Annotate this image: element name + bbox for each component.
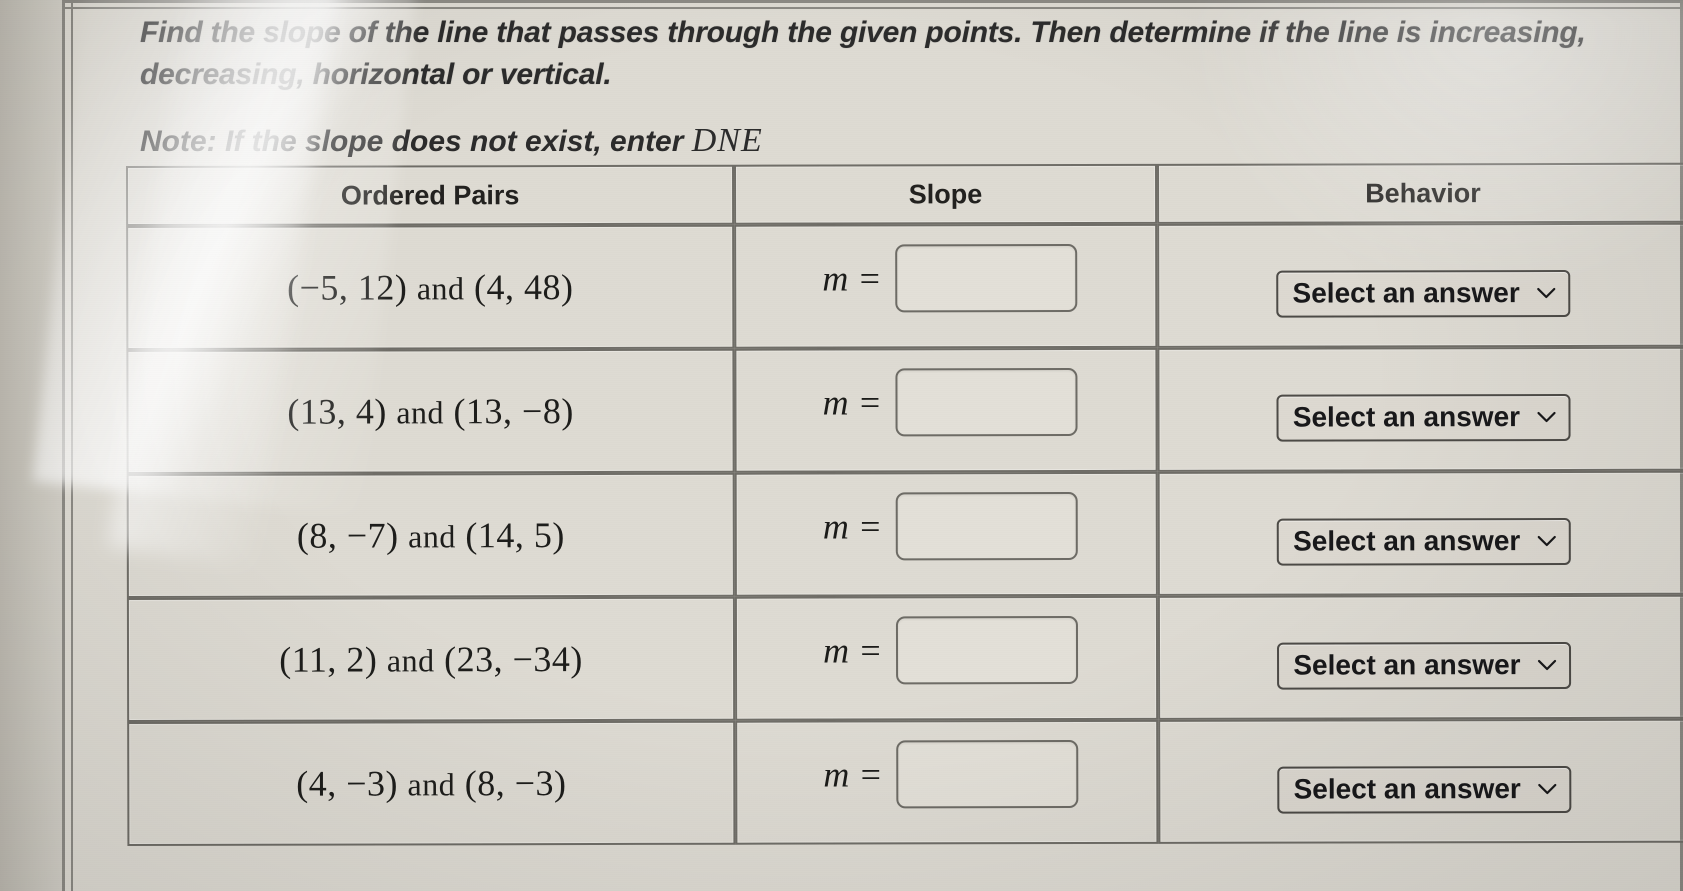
header-ordered-pairs: Ordered Pairs — [126, 164, 735, 226]
chevron-down-icon — [1536, 411, 1556, 423]
conjunction: and — [408, 518, 456, 555]
slope-input[interactable] — [896, 492, 1079, 561]
slope-variable-label: m = — [822, 382, 882, 423]
ordered-pairs-cell: (13, 4) and (13, −8) — [126, 348, 735, 474]
prompt-note: Note: If the slope does not exist, enter… — [140, 122, 1683, 161]
slope-variable-label: m = — [822, 258, 882, 299]
conjunction: and — [407, 766, 456, 803]
ordered-pairs-cell: (4, −3) and (8, −3) — [127, 720, 736, 846]
table-header: Ordered Pairs Slope Behavior — [126, 162, 1683, 226]
table-header-row: Ordered Pairs Slope Behavior — [126, 162, 1683, 226]
point-one: (11, 2) — [279, 639, 378, 680]
chevron-down-icon — [1536, 287, 1556, 299]
quiz-page: Find the slope of the line that passes t… — [62, 0, 1683, 891]
table-row: (11, 2) and (23, −34) m = Select an answ… — [126, 594, 1683, 722]
behavior-cell: Select an answer — [1157, 346, 1683, 472]
slope-input[interactable] — [896, 616, 1079, 685]
slope-input[interactable] — [895, 244, 1078, 313]
table-row: (8, −7) and (14, 5) m = Select an answer — [126, 470, 1683, 598]
header-behavior: Behavior — [1156, 162, 1683, 224]
point-two: (8, −3) — [464, 763, 567, 804]
slope-cell: m = — [734, 471, 1158, 597]
point-one: (4, −3) — [296, 763, 399, 804]
table-row: (13, 4) and (13, −8) m = Select an answe… — [126, 346, 1683, 474]
question-prompt: Find the slope of the line that passes t… — [140, 12, 1683, 161]
behavior-select-label: Select an answer — [1293, 648, 1521, 681]
slope-cell: m = — [734, 347, 1158, 473]
prompt-note-text: Note: If the slope does not exist, enter — [140, 125, 692, 158]
conjunction: and — [416, 270, 465, 307]
screen-left-gutter — [0, 0, 62, 891]
ordered-pairs-cell: (−5, 12) and (4, 48) — [126, 224, 735, 350]
ordered-pairs-cell: (8, −7) and (14, 5) — [126, 472, 735, 598]
slope-variable-label: m = — [822, 506, 883, 547]
point-two: (23, −34) — [444, 639, 583, 680]
behavior-cell: Select an answer — [1157, 594, 1683, 720]
point-one: (−5, 12) — [287, 267, 408, 308]
ordered-pairs-cell: (11, 2) and (23, −34) — [126, 596, 736, 722]
point-two: (13, −8) — [453, 391, 574, 432]
slope-input[interactable] — [895, 368, 1078, 437]
slope-variable-label: m = — [823, 754, 883, 795]
behavior-select-label: Select an answer — [1293, 772, 1521, 805]
slope-input[interactable] — [896, 740, 1079, 809]
chevron-down-icon — [1537, 659, 1557, 671]
frame-line-top — [62, 0, 1683, 3]
chevron-down-icon — [1536, 535, 1556, 547]
point-one: (8, −7) — [296, 515, 399, 556]
header-slope: Slope — [734, 163, 1157, 225]
prompt-note-dne: DNE — [691, 122, 763, 159]
table-body: (−5, 12) and (4, 48) m = Select an answe… — [126, 222, 1683, 846]
point-one: (13, 4) — [287, 391, 387, 432]
behavior-select[interactable]: Select an answer — [1276, 269, 1570, 318]
behavior-select[interactable]: Select an answer — [1277, 765, 1571, 814]
behavior-select[interactable]: Select an answer — [1276, 393, 1571, 442]
slope-cell: m = — [734, 595, 1158, 721]
behavior-cell: Select an answer — [1157, 718, 1683, 844]
conjunction: and — [396, 394, 445, 431]
slope-table: Ordered Pairs Slope Behavior (−5, 12) an… — [126, 162, 1683, 846]
behavior-select[interactable]: Select an answer — [1277, 517, 1571, 566]
behavior-cell: Select an answer — [1157, 470, 1683, 596]
chevron-down-icon — [1537, 783, 1557, 795]
behavior-select-label: Select an answer — [1292, 276, 1520, 309]
point-two: (4, 48) — [473, 267, 574, 308]
table-row: (−5, 12) and (4, 48) m = Select an answe… — [126, 222, 1683, 350]
behavior-select[interactable]: Select an answer — [1277, 641, 1571, 690]
prompt-line-1: Find the slope of the line that passes t… — [140, 16, 1586, 49]
behavior-select-label: Select an answer — [1293, 524, 1521, 557]
screen-photo: Find the slope of the line that passes t… — [0, 0, 1683, 891]
frame-line-left — [62, 0, 65, 891]
slope-cell: m = — [735, 719, 1159, 845]
behavior-select-label: Select an answer — [1292, 400, 1521, 433]
point-two: (14, 5) — [465, 515, 565, 556]
frame-line-left-inner — [71, 0, 73, 891]
table-row: (4, −3) and (8, −3) m = Select an answer — [127, 718, 1683, 846]
prompt-line-2: decreasing, horizontal or vertical. — [140, 58, 612, 91]
conjunction: and — [386, 642, 435, 679]
slope-variable-label: m = — [823, 630, 883, 671]
slope-cell: m = — [734, 223, 1158, 349]
behavior-cell: Select an answer — [1156, 222, 1683, 348]
frame-line-second — [62, 7, 1683, 9]
